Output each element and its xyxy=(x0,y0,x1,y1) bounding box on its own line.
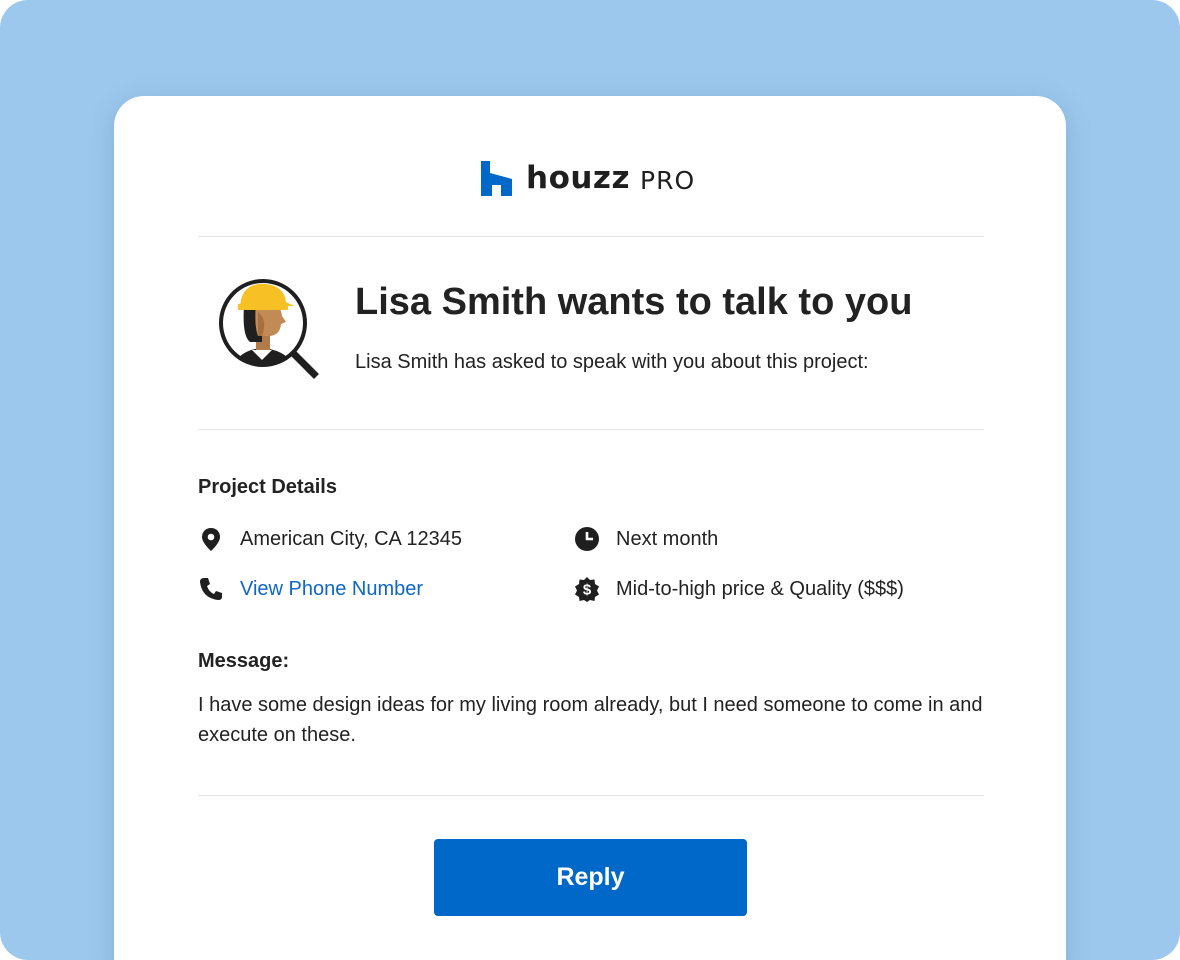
brand-suffix: PRO xyxy=(640,165,696,195)
lead-subline: Lisa Smith has asked to speak with you a… xyxy=(355,351,869,373)
detail-timeline-text: Next month xyxy=(616,527,719,550)
detail-timeline: Next month xyxy=(574,524,718,554)
header-divider xyxy=(198,236,984,237)
dollar-badge-icon: $ xyxy=(574,576,600,602)
message-divider xyxy=(198,795,984,796)
reply-button[interactable]: Reply xyxy=(434,839,747,916)
lead-headline: Lisa Smith wants to talk to you xyxy=(355,281,913,323)
svg-text:$: $ xyxy=(583,582,592,599)
phone-icon xyxy=(198,576,224,602)
detail-location: American City, CA 12345 xyxy=(198,524,462,554)
detail-budget: $ Mid-to-high price & Quality ($$$) xyxy=(574,574,904,604)
detail-phone[interactable]: View Phone Number xyxy=(198,574,423,604)
lead-divider xyxy=(198,429,984,430)
detail-location-text: American City, CA 12345 xyxy=(240,527,462,550)
email-card: houzz PRO Lisa Smith wants to talk to yo… xyxy=(114,96,1066,960)
location-pin-icon xyxy=(198,526,224,552)
clock-icon xyxy=(574,526,600,552)
backdrop: houzz PRO Lisa Smith wants to talk to yo… xyxy=(0,0,1180,960)
houzz-logo-icon xyxy=(481,160,512,196)
contractor-search-icon xyxy=(219,279,319,379)
view-phone-number-link[interactable]: View Phone Number xyxy=(240,578,423,601)
detail-budget-text: Mid-to-high price & Quality ($$$) xyxy=(616,577,904,600)
brand-name: houzz xyxy=(526,160,631,196)
houzz-pro-logo: houzz PRO xyxy=(481,158,695,198)
message-body: I have some design ideas for my living r… xyxy=(198,694,983,746)
message-title: Message: xyxy=(198,650,290,672)
project-details-title: Project Details xyxy=(198,476,337,498)
